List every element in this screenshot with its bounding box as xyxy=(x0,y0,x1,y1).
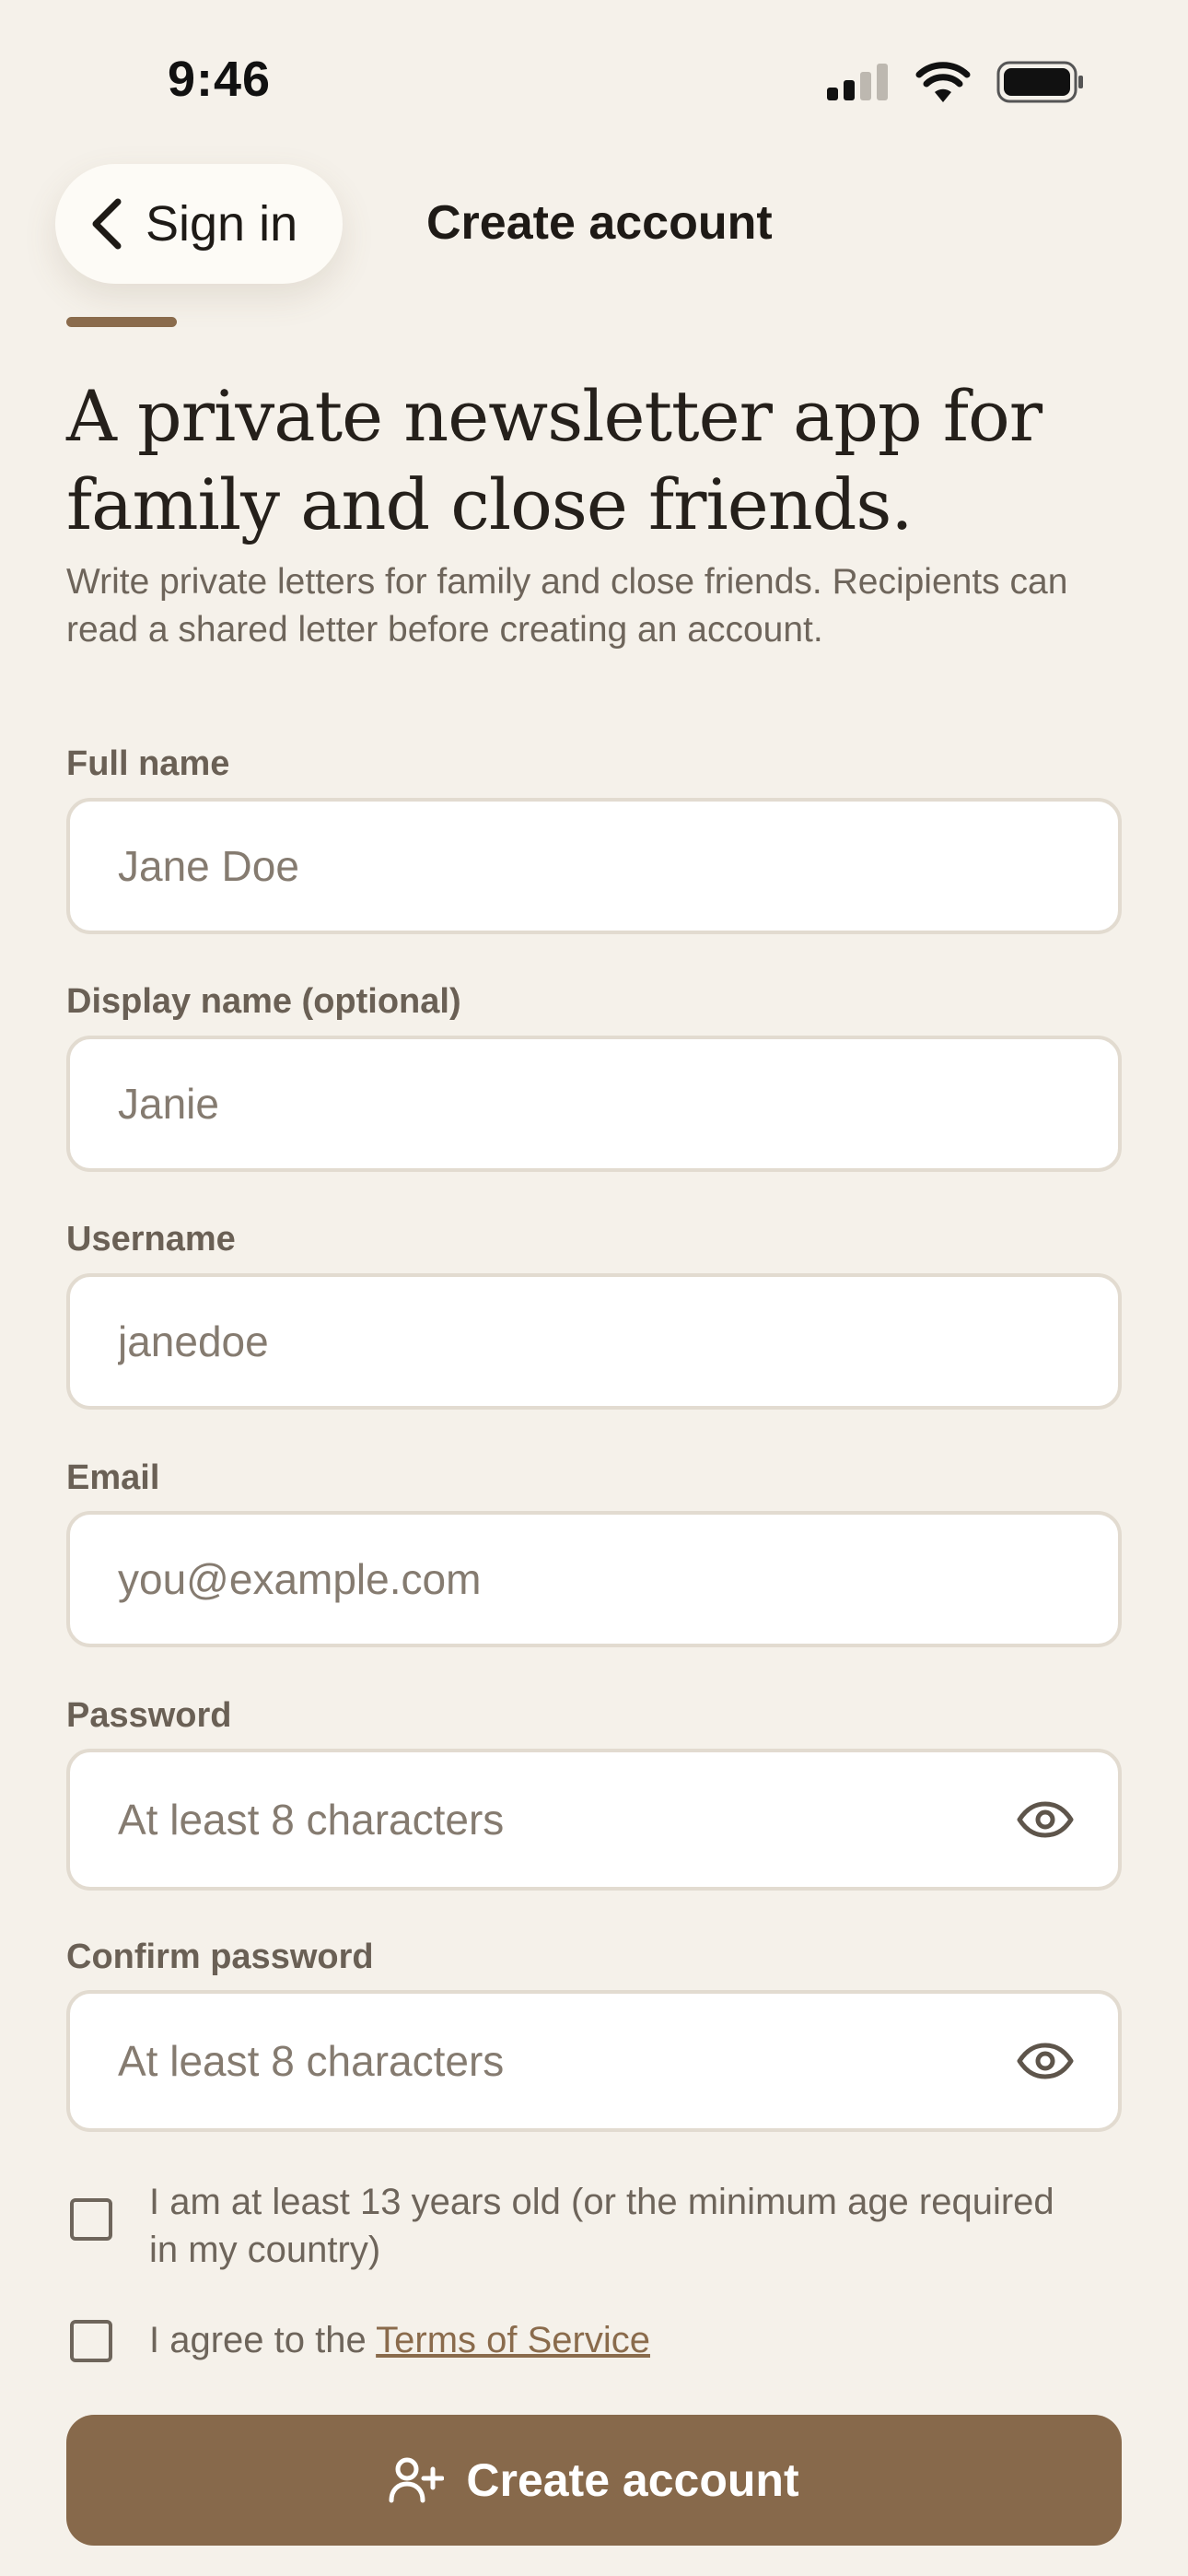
page-title: Create account xyxy=(426,196,773,250)
terms-of-service-link[interactable]: Terms of Service xyxy=(376,2320,650,2360)
full-name-label: Full name xyxy=(66,744,230,783)
user-plus-icon xyxy=(389,2457,445,2503)
email-input[interactable] xyxy=(116,1553,1118,1605)
password-label: Password xyxy=(66,1696,232,1735)
username-label: Username xyxy=(66,1220,236,1259)
confirm-password-label: Confirm password xyxy=(66,1938,374,1976)
eye-icon xyxy=(1017,1801,1074,1838)
age-confirmation-row[interactable]: I am at least 13 years old (or the minim… xyxy=(70,2178,1070,2274)
status-icons xyxy=(825,61,1085,103)
display-name-label: Display name (optional) xyxy=(66,982,461,1021)
create-account-button-label: Create account xyxy=(466,2454,799,2506)
terms-checkbox-label: I agree to the Terms of Service xyxy=(149,2316,1070,2364)
email-field[interactable] xyxy=(66,1511,1122,1647)
create-account-button[interactable]: Create account xyxy=(66,2415,1122,2546)
chevron-left-icon xyxy=(92,198,122,250)
battery-icon xyxy=(996,61,1083,103)
username-input[interactable] xyxy=(116,1316,1118,1367)
full-name-input[interactable] xyxy=(116,840,1118,892)
accent-divider xyxy=(66,317,177,327)
age-checkbox-label: I am at least 13 years old (or the minim… xyxy=(149,2182,1054,2270)
display-name-input[interactable] xyxy=(116,1078,1118,1130)
confirm-password-field[interactable] xyxy=(66,1990,1122,2132)
terms-prefix: I agree to the xyxy=(149,2320,377,2360)
age-checkbox[interactable] xyxy=(70,2198,112,2241)
display-name-field[interactable] xyxy=(66,1036,1122,1172)
intro-text: Write private letters for family and clo… xyxy=(66,562,1068,650)
wifi-icon xyxy=(915,62,971,102)
headline: A private newsletter app for family and … xyxy=(66,375,1042,545)
show-confirm-password-toggle[interactable] xyxy=(995,2043,1096,2079)
email-label: Email xyxy=(66,1458,160,1497)
full-name-field[interactable] xyxy=(66,798,1122,934)
back-button[interactable]: Sign in xyxy=(55,164,343,284)
password-input[interactable] xyxy=(116,1794,995,1845)
cellular-signal-icon xyxy=(827,64,888,100)
confirm-password-input[interactable] xyxy=(116,2035,995,2087)
eye-icon xyxy=(1017,2043,1074,2079)
terms-checkbox[interactable] xyxy=(70,2320,112,2362)
username-field[interactable] xyxy=(66,1273,1122,1410)
show-password-toggle[interactable] xyxy=(995,1801,1096,1838)
status-time: 9:46 xyxy=(168,52,272,107)
password-field[interactable] xyxy=(66,1749,1122,1891)
back-button-label: Sign in xyxy=(146,196,298,252)
terms-row[interactable]: I agree to the Terms of Service xyxy=(70,2320,1070,2364)
